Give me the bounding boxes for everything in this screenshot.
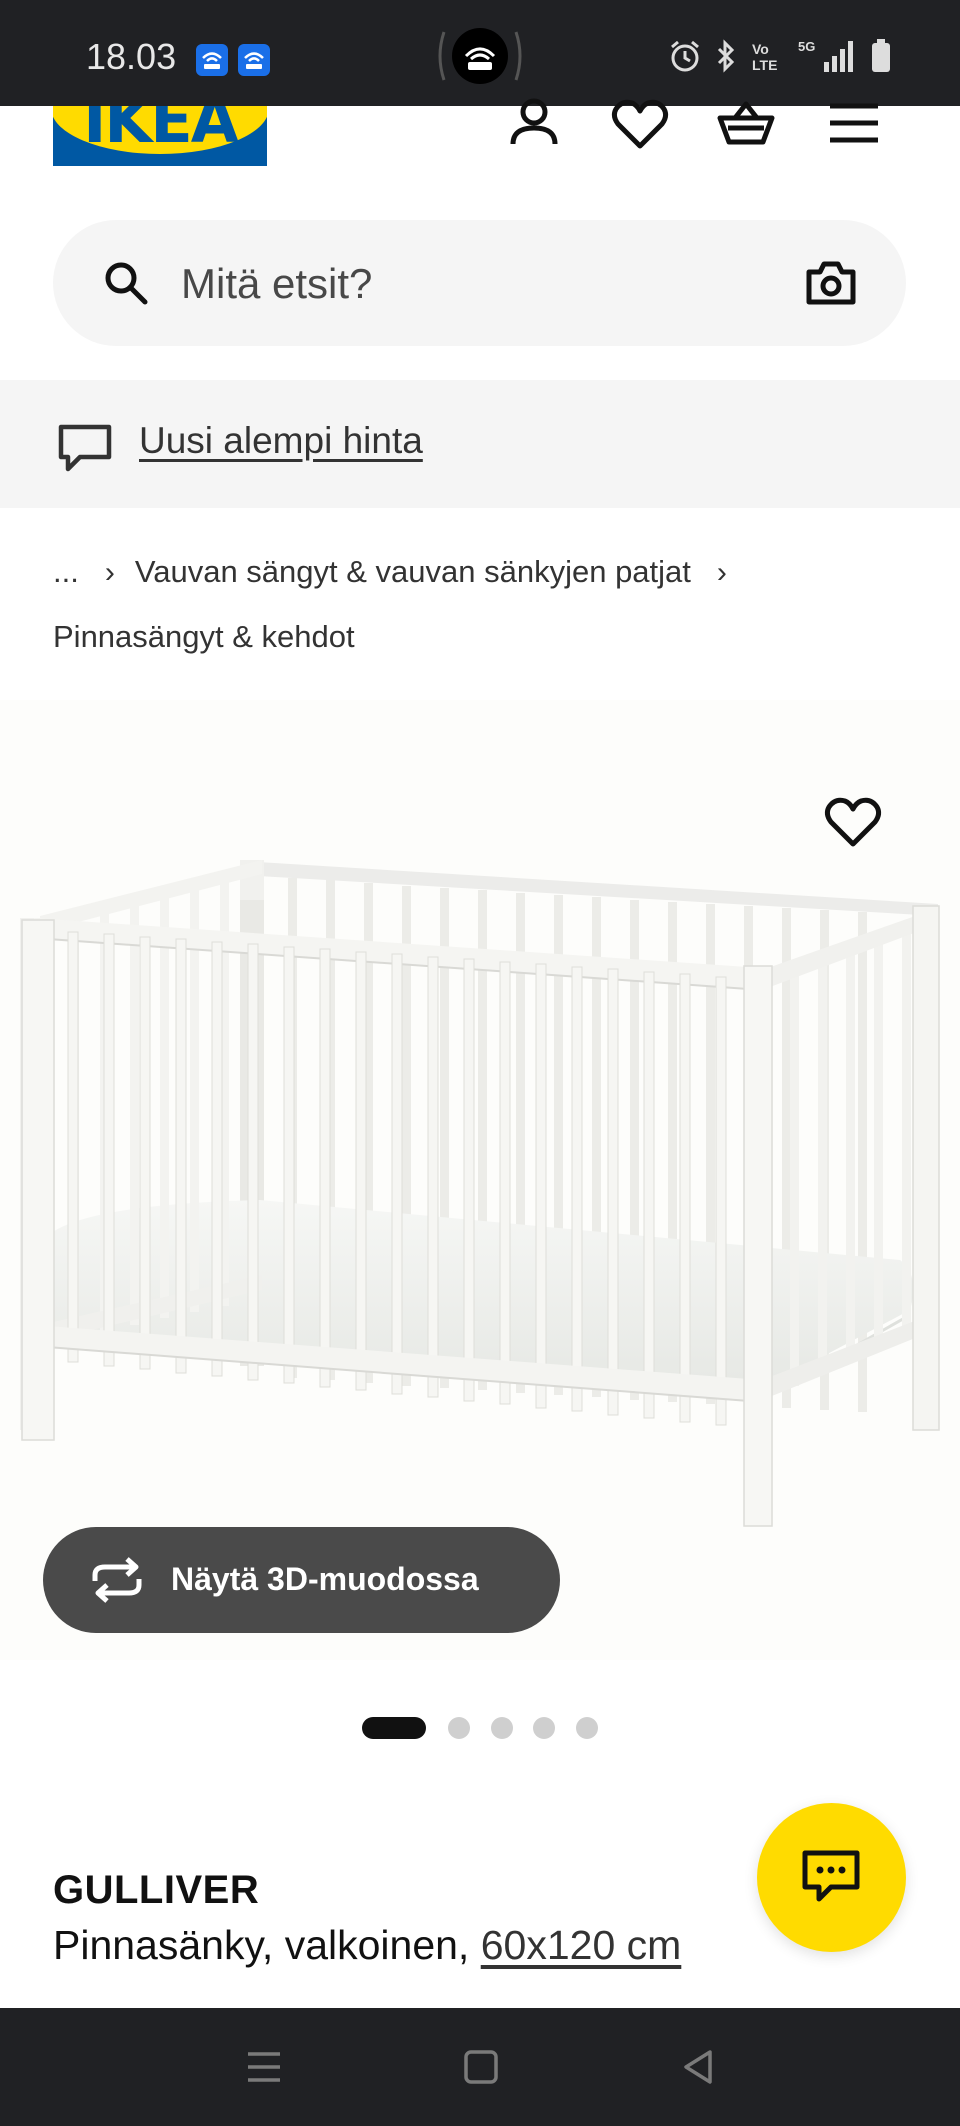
site-header: IKEA [0,106,960,206]
breadcrumb: ... › Vauvan sängyt & vauvan sänkyjen patj… [53,540,913,669]
carousel-dot[interactable] [448,1717,470,1739]
product-name: GULLIVER [53,1868,260,1912]
volte-icon: VoLTE [752,41,777,73]
search-bar[interactable]: Mitä etsit? [53,220,906,346]
crib-product-image [20,860,940,1527]
speech-bubble-icon [58,424,112,472]
ikea-logo[interactable]: IKEA [53,106,267,166]
favourite-toggle-icon[interactable] [822,792,884,850]
banner-link[interactable]: Uusi alempi hinta [139,420,423,462]
breadcrumb-ellipsis[interactable]: ... [53,554,79,589]
view-3d-label: Näytä 3D-muodossa [171,1561,479,1597]
chevron-right-icon: › [716,556,727,589]
carousel-dot-active[interactable] [362,1717,426,1739]
menu-icon[interactable] [824,94,884,154]
shopping-bag-icon[interactable] [716,94,776,154]
product-type: Pinnasänky, valkoinen, [53,1922,470,1968]
carousel-dot[interactable] [491,1717,513,1739]
svg-text:5G: 5G [798,39,815,54]
favourites-icon[interactable] [610,94,670,154]
home-icon[interactable] [462,2048,500,2086]
search-icon [105,262,148,305]
breadcrumb-current[interactable]: Pinnasängyt & kehdot [53,619,355,654]
status-icons: Vo LTE 5G [668,38,892,74]
product-size-link[interactable]: 60x120 cm [481,1922,682,1968]
back-icon[interactable] [680,2048,716,2086]
battery-icon [872,39,890,72]
carousel-dot[interactable] [533,1717,555,1739]
bluetooth-icon [717,39,735,73]
search-input[interactable]: Mitä etsit? [181,260,372,308]
carousel-dot[interactable] [576,1717,598,1739]
view-3d-button[interactable]: Näytä 3D-muodossa [43,1527,560,1633]
system-navigation-bar [0,2008,960,2126]
logo-text: IKEA [83,106,238,157]
chat-icon [802,1850,860,1902]
camera-search-icon[interactable] [805,258,857,306]
status-time: 18.03 [86,36,177,77]
signal-5g-icon: 5G [798,39,853,72]
app-notification-icon [196,44,228,76]
account-icon[interactable] [504,92,564,152]
recent-apps-icon[interactable] [244,2050,284,2084]
svg-text:LTE: LTE [752,57,777,73]
hotspot-indicator-icon [438,28,522,84]
product-image-gallery[interactable] [0,700,960,1660]
price-banner[interactable]: Uusi alempi hinta [0,380,960,508]
alarm-icon [671,40,699,72]
breadcrumb-category[interactable]: Vauvan sängyt & vauvan sänkyjen patjat [135,554,691,589]
status-bar: 18.03 Vo LTE 5G [0,0,960,106]
product-description: Pinnasänky, valkoinen, 60x120 cm [53,1922,681,1969]
svg-text:Vo: Vo [752,41,769,57]
rotate-3d-icon [92,1557,142,1603]
chevron-right-icon: › [104,556,115,589]
app-notification-icon [238,44,270,76]
customer-chat-button[interactable] [757,1803,906,1952]
